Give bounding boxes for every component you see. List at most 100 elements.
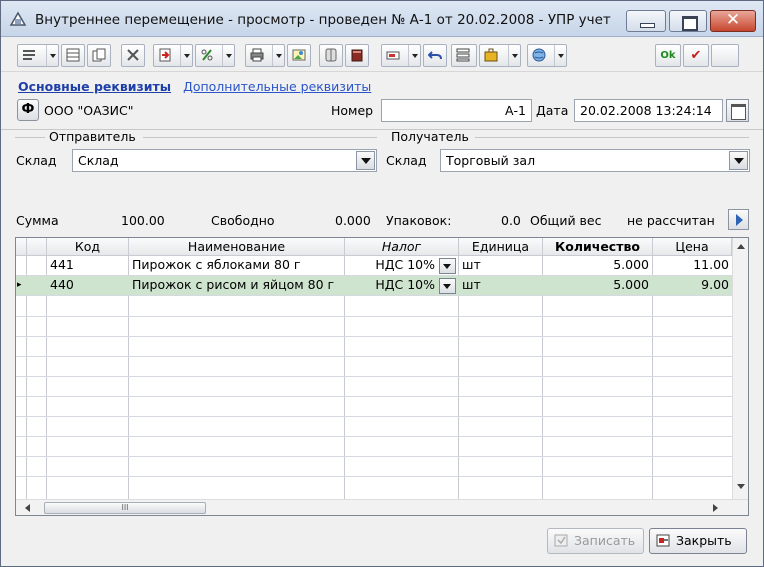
chevron-down-icon[interactable] [356, 151, 375, 170]
divider [475, 137, 749, 138]
sender-warehouse-value: Склад [78, 153, 119, 168]
tab-main-details[interactable]: Основные реквизиты [18, 79, 171, 94]
tab-links: Основные реквизиты Дополнительные реквиз… [18, 79, 371, 94]
checkmark-icon: ✔ [690, 48, 702, 63]
sender-warehouse-label: Склад [16, 153, 57, 168]
tag-icon [386, 51, 400, 60]
cell-code: 440 [50, 277, 74, 292]
delete-button[interactable] [121, 44, 145, 67]
document-arrow-icon [159, 48, 171, 62]
chevron-down-icon[interactable] [222, 45, 234, 66]
date-field[interactable]: 20.02.2008 13:24:14 [574, 99, 723, 122]
cell-price: 11.00 [693, 257, 729, 272]
scroll-down-icon[interactable] [737, 484, 745, 489]
minimize-button[interactable] [626, 10, 666, 32]
divider [16, 316, 734, 317]
save-button-label: Записать [574, 533, 636, 548]
blank-toolbar-button[interactable] [711, 44, 739, 67]
chevron-down-icon[interactable] [272, 45, 284, 66]
number-field[interactable]: А-1 [381, 99, 532, 122]
title-bar[interactable]: Внутреннее перемещение - просмотр - пров… [1, 1, 763, 37]
cell-name: Пирожок с яблоками 80 г [132, 257, 301, 272]
maximize-button[interactable] [669, 10, 707, 32]
divider [16, 336, 734, 337]
column-header-name[interactable]: Наименование [129, 238, 345, 256]
cell-quantity: 5.000 [613, 277, 649, 292]
cell-tax: НДС 10% [375, 257, 435, 272]
post-button[interactable]: ✔ [683, 44, 709, 67]
scrollbar-thumb[interactable]: III [44, 502, 206, 514]
percent-icon [201, 49, 213, 61]
close-button[interactable]: Закрыть [649, 528, 747, 554]
calendar-icon[interactable] [726, 99, 749, 122]
tab-additional-details[interactable]: Дополнительные реквизиты [183, 79, 371, 94]
goods-table[interactable]: Код Наименование Налог Единица Количеств… [15, 237, 749, 516]
close-window-button[interactable]: ✕ [710, 10, 756, 32]
structure-tree-button[interactable] [451, 44, 477, 67]
picture-button[interactable] [287, 44, 311, 67]
divider [16, 376, 734, 377]
chevron-down-icon[interactable] [439, 278, 456, 294]
input-on-basis-button[interactable] [153, 44, 193, 67]
undo-button[interactable] [423, 44, 447, 67]
percent-button[interactable] [195, 44, 235, 67]
scroll-right-icon[interactable] [713, 504, 718, 512]
divider [16, 416, 734, 417]
receiver-warehouse-label: Склад [386, 153, 427, 168]
horizontal-scrollbar[interactable]: III [16, 499, 748, 515]
column-header-quantity[interactable]: Количество [543, 238, 653, 256]
portfolio-button[interactable] [479, 44, 521, 67]
divider [16, 396, 734, 397]
document-icon [9, 11, 27, 26]
chevron-down-icon[interactable] [46, 45, 58, 66]
column-header-blank [27, 238, 47, 256]
scroll-up-icon[interactable] [737, 244, 745, 249]
divider [16, 456, 734, 457]
chevron-down-icon[interactable] [508, 45, 520, 66]
receiver-warehouse-select[interactable]: Торговый зал [440, 149, 750, 172]
cell-price: 9.00 [701, 277, 729, 292]
weight-value: не рассчитан [627, 213, 715, 228]
chevron-down-icon[interactable] [180, 45, 192, 66]
chevron-down-icon[interactable] [408, 45, 420, 66]
vertical-scrollbar[interactable] [732, 238, 748, 499]
column-header-code[interactable]: Код [47, 238, 129, 256]
sum-value: 100.00 [121, 213, 165, 228]
scroll-left-icon[interactable] [25, 504, 30, 512]
column-header-tax[interactable]: Налог [345, 238, 459, 256]
column-header-price[interactable]: Цена [653, 238, 732, 256]
save-button[interactable]: Записать [547, 528, 644, 554]
briefcase-icon [484, 48, 498, 62]
table-row[interactable]: 441 Пирожок с яблоками 80 г НДС 10% шт 5… [16, 256, 734, 276]
print-button[interactable] [245, 44, 285, 67]
save-document-icon [554, 534, 568, 547]
divider [15, 137, 45, 138]
sender-warehouse-select[interactable]: Склад [72, 149, 377, 172]
globe-icon [532, 48, 546, 62]
ok-button[interactable]: Ok [655, 44, 681, 67]
cell-unit: шт [462, 257, 481, 272]
copy-button[interactable] [87, 44, 111, 67]
structure-button[interactable] [61, 44, 85, 67]
printer-icon [250, 48, 264, 62]
chevron-down-icon[interactable] [554, 45, 566, 66]
chevron-down-icon[interactable] [729, 151, 748, 170]
organization-button[interactable]: Ф [17, 99, 39, 121]
sum-label: Сумма [16, 213, 59, 228]
history-button[interactable] [319, 44, 343, 67]
free-label: Свободно [211, 213, 275, 228]
table-row-selected[interactable]: ▸ 440 Пирожок с рисом и яйцом 80 г НДС 1… [16, 276, 734, 296]
related-docs-button[interactable] [527, 44, 567, 67]
receiver-warehouse-value: Торговый зал [446, 153, 536, 168]
journal-button[interactable] [345, 44, 369, 67]
divider [16, 476, 734, 477]
tag-button[interactable] [381, 44, 421, 67]
actions-menu-button[interactable] [17, 44, 59, 67]
play-arrow-icon[interactable] [728, 209, 749, 230]
organization-name: ООО "ОАЗИС" [44, 103, 134, 118]
current-row-marker-icon: ▸ [17, 280, 22, 290]
receiver-group-title: Получатель [391, 129, 469, 144]
column-header-unit[interactable]: Единица [459, 238, 543, 256]
chevron-down-icon[interactable] [439, 258, 456, 274]
packages-label: Упаковок: [386, 213, 452, 228]
